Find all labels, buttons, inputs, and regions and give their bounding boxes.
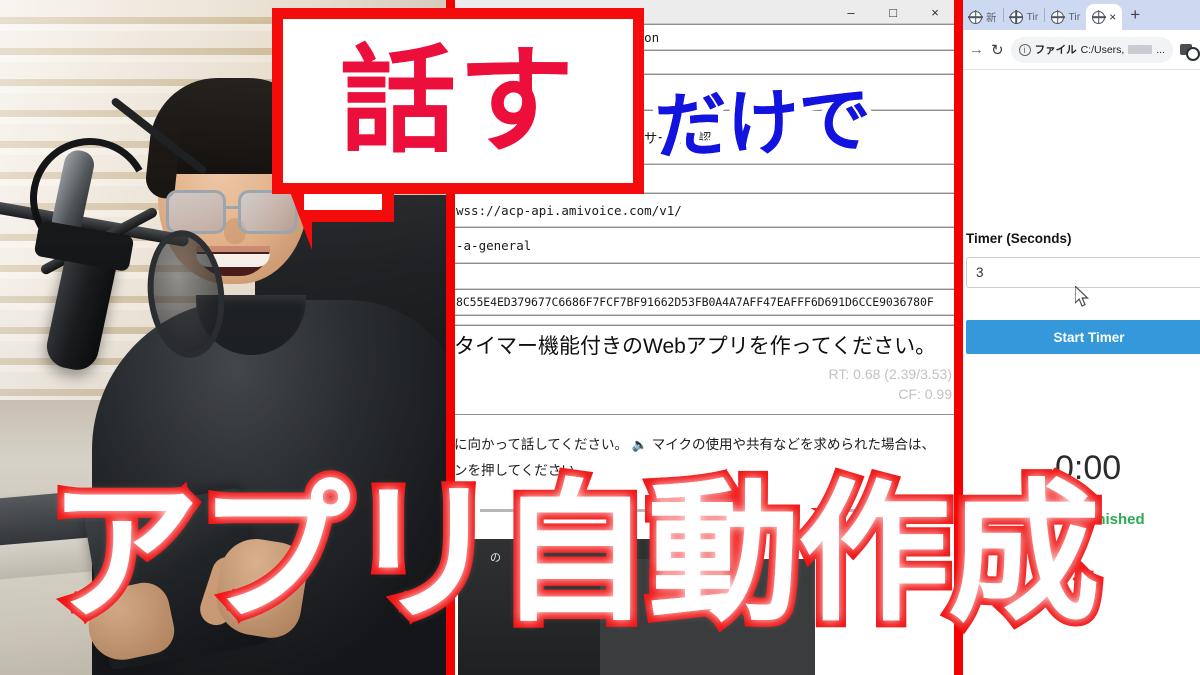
transcript-text: タイマー機能付きのWebアプリを作ってください。 <box>454 335 937 358</box>
app-key-field[interactable]: 8C55E4ED379677C6686F7FCF7BF91662D53FB0A4… <box>450 289 960 315</box>
screenshot-root: – □ × issue_service_authorization 証を発行する… <box>0 0 1200 675</box>
speech-bubble-tail <box>282 192 402 259</box>
rt-metric: RT: 0.68 (2.39/3.53) <box>828 366 952 382</box>
glasses-bridge <box>226 206 240 209</box>
globe-icon <box>1009 10 1023 24</box>
bottom-headline: アプリ自動作成 <box>48 469 1100 639</box>
tab-title: 新 <box>986 11 997 24</box>
redacted-path <box>1128 45 1153 54</box>
file-scheme-label: ファイル <box>1034 44 1077 56</box>
minimize-button[interactable]: – <box>830 0 872 24</box>
forward-icon[interactable]: → <box>969 41 984 58</box>
instruction-text-post: マイクの使用や共有などを求められた場合は、 <box>651 437 935 452</box>
engine-name-field[interactable]: -a-general <box>450 227 960 263</box>
websocket-url-field[interactable]: wss://acp-api.amivoice.com/v1/ <box>450 193 960 227</box>
blank-field-5 <box>450 315 960 325</box>
info-icon[interactable]: i <box>1018 43 1031 56</box>
blue-overlay-text: だけで <box>653 80 873 168</box>
globe-icon <box>1051 10 1065 24</box>
cf-metric: CF: 0.99 <box>898 386 952 402</box>
address-bar-url: C:/Users, <box>1080 43 1125 56</box>
extension-icon[interactable] <box>1180 42 1200 61</box>
maximize-button[interactable]: □ <box>872 0 914 24</box>
browser-tab-1[interactable]: Tir <box>1004 4 1045 30</box>
start-timer-button[interactable]: Start Timer <box>966 320 1200 354</box>
transcript-panel: タイマー機能付きのWebアプリを作ってください。 RT: 0.68 (2.39/… <box>450 325 960 415</box>
seconds-input[interactable]: 3 <box>966 257 1200 288</box>
glasses-left-lens <box>166 190 226 234</box>
instruction-text-pre: に向かって話してください。 <box>454 437 629 452</box>
browser-tab-2[interactable]: Tir <box>1045 4 1086 30</box>
new-tab-button[interactable]: + <box>1122 5 1148 25</box>
microphone-icon: 🔈 <box>631 437 648 452</box>
speech-bubble-text: 話す <box>340 36 576 166</box>
address-bar[interactable]: i ファイル C:/Users, ... <box>1010 36 1173 63</box>
browser-toolbar: → ↻ i ファイル C:/Users, ... <box>963 30 1200 70</box>
timer-label: Timer (Seconds) <box>966 231 1072 246</box>
globe-icon <box>969 10 982 24</box>
tab-title: Tir <box>1026 11 1039 23</box>
blank-field-4[interactable] <box>450 263 960 289</box>
speech-bubble: 話す 話す <box>272 8 644 194</box>
address-bar-url-suffix: ... <box>1156 43 1165 56</box>
tab-title: Tir <box>1068 11 1081 23</box>
window-controls: – □ × <box>830 0 956 24</box>
browser-tab-active[interactable]: × <box>1086 4 1123 30</box>
close-icon[interactable]: × <box>1109 11 1116 23</box>
globe-icon <box>1092 10 1106 24</box>
browser-tab-0[interactable]: 新 <box>963 4 1003 30</box>
browser-tab-strip: 新 Tir Tir × + <box>963 0 1200 30</box>
instruction-line-1: に向かって話してください。 🔈 マイクの使用や共有などを求められた場合は、 <box>454 433 935 453</box>
reload-icon[interactable]: ↻ <box>991 41 1004 59</box>
close-button[interactable]: × <box>914 0 956 24</box>
